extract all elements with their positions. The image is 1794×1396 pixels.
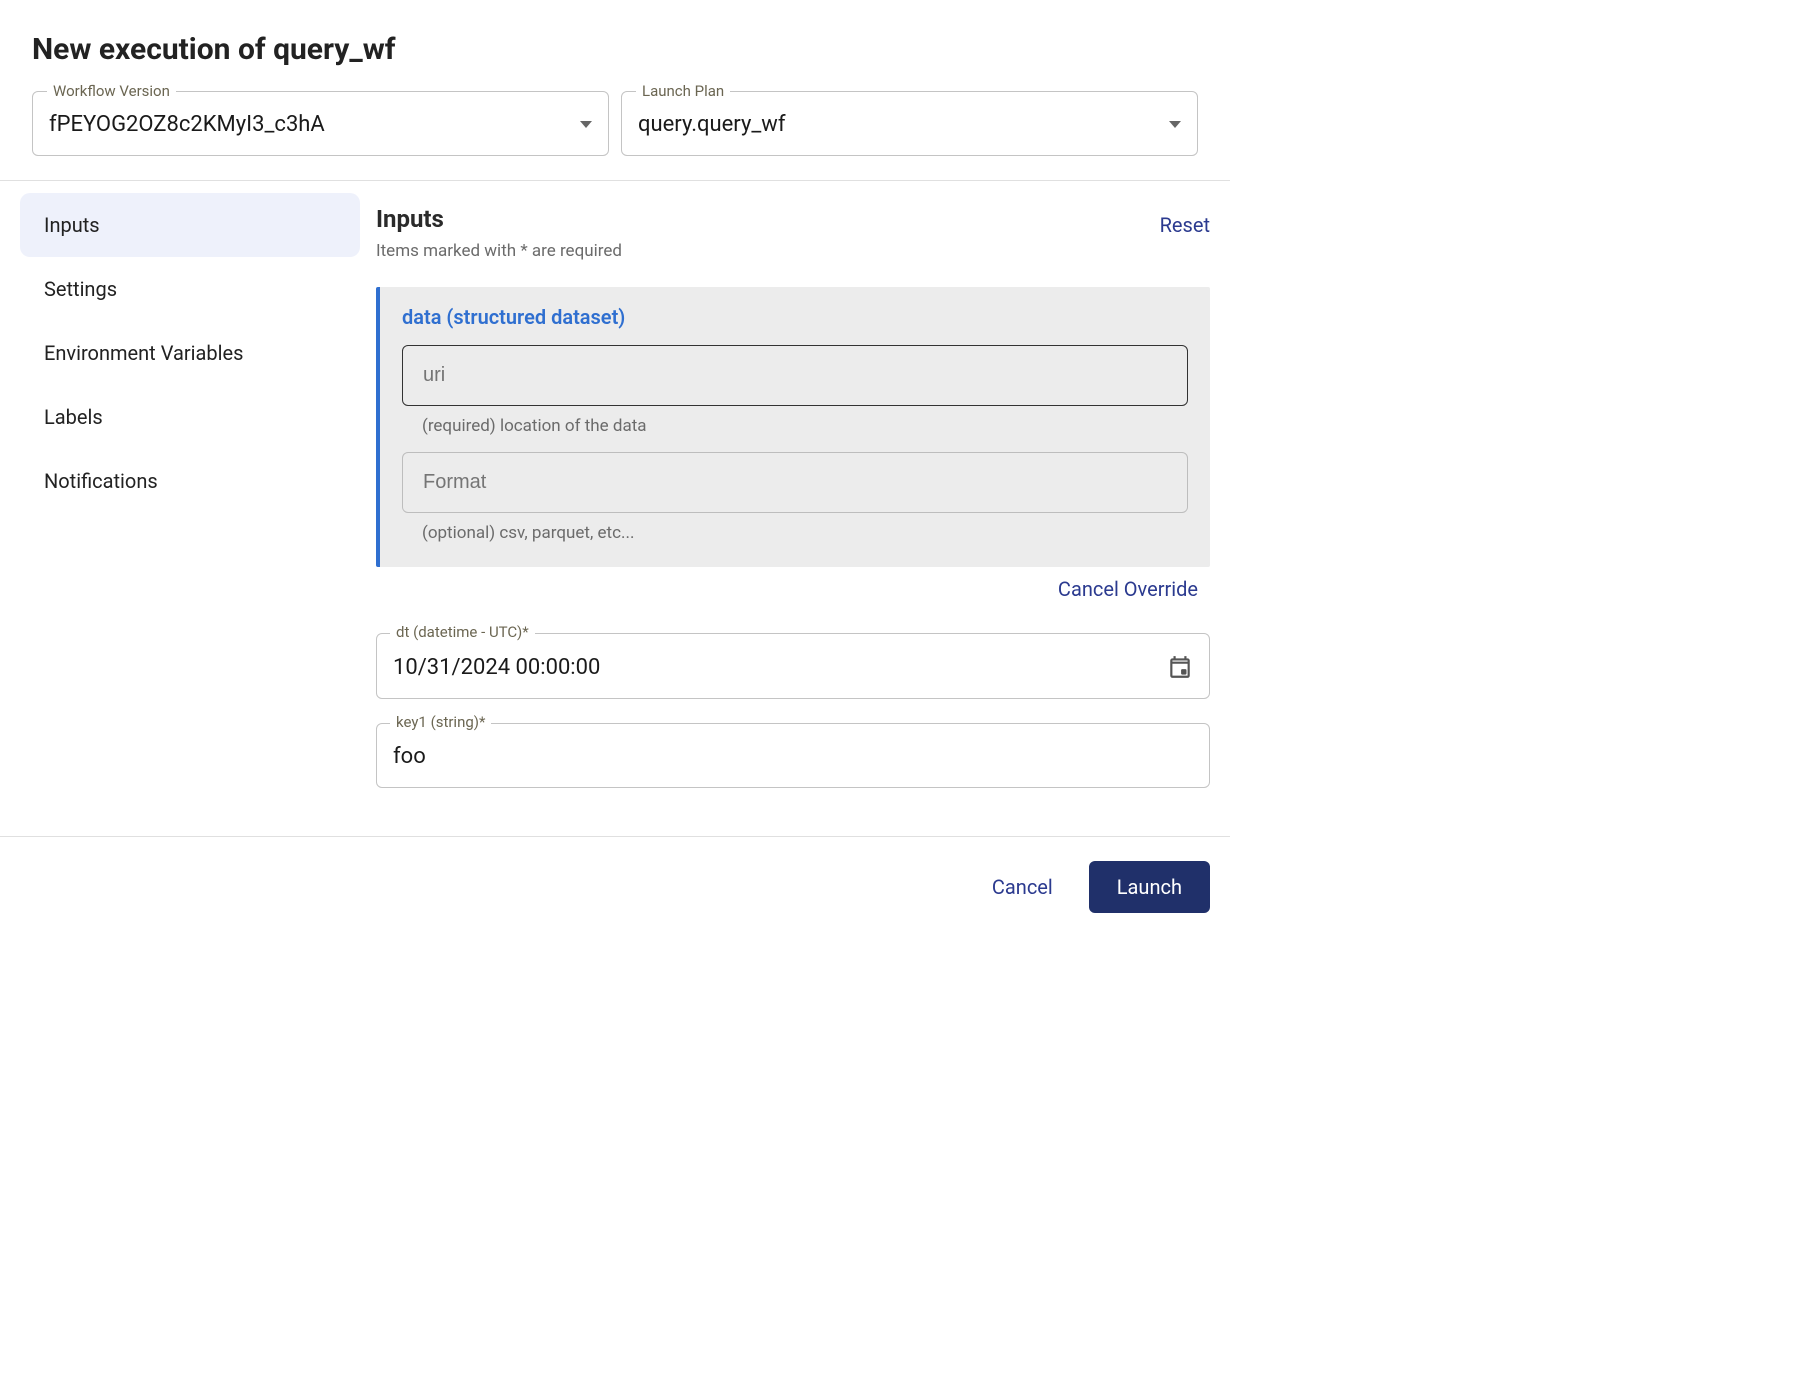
footer: Cancel Launch bbox=[0, 836, 1230, 937]
launch-plan-select[interactable]: Launch Plan query.query_wf bbox=[621, 91, 1198, 156]
format-input[interactable] bbox=[402, 452, 1188, 513]
dt-label: dt (datetime - UTC)* bbox=[390, 623, 535, 641]
launch-button[interactable]: Launch bbox=[1089, 861, 1210, 913]
inputs-heading: Inputs bbox=[376, 205, 622, 233]
key1-field-wrap: key1 (string)* bbox=[376, 723, 1210, 788]
cancel-button[interactable]: Cancel bbox=[972, 863, 1073, 911]
reset-button[interactable]: Reset bbox=[1160, 213, 1210, 237]
data-panel: data (structured dataset) (required) loc… bbox=[376, 287, 1210, 567]
uri-helper: (required) location of the data bbox=[422, 416, 1184, 436]
inputs-subtitle: Items marked with * are required bbox=[376, 241, 622, 261]
dt-field-wrap: dt (datetime - UTC)* 10/31/2024 00:00:00 bbox=[376, 633, 1210, 699]
uri-input[interactable] bbox=[402, 345, 1188, 406]
chevron-down-icon bbox=[1169, 121, 1181, 128]
sidebar-item-labels[interactable]: Labels bbox=[20, 385, 360, 449]
sidebar-item-notifications[interactable]: Notifications bbox=[20, 449, 360, 513]
workflow-version-select[interactable]: Workflow Version fPEYOG2OZ8c2KMyI3_c3hA bbox=[32, 91, 609, 156]
sidebar: Inputs Settings Environment Variables La… bbox=[20, 193, 360, 812]
calendar-icon[interactable] bbox=[1167, 654, 1193, 680]
launch-plan-value: query.query_wf bbox=[638, 112, 785, 137]
dt-input[interactable]: 10/31/2024 00:00:00 bbox=[376, 633, 1210, 699]
cancel-override-button[interactable]: Cancel Override bbox=[376, 577, 1210, 601]
workflow-version-value: fPEYOG2OZ8c2KMyI3_c3hA bbox=[49, 112, 325, 137]
main-content: Inputs Items marked with * are required … bbox=[376, 193, 1210, 812]
dt-value: 10/31/2024 00:00:00 bbox=[393, 655, 600, 680]
sidebar-item-settings[interactable]: Settings bbox=[20, 257, 360, 321]
launch-plan-label: Launch Plan bbox=[636, 82, 730, 100]
workflow-version-label: Workflow Version bbox=[47, 82, 176, 100]
key1-label: key1 (string)* bbox=[390, 713, 491, 731]
key1-input[interactable] bbox=[376, 723, 1210, 788]
page-title: New execution of query_wf bbox=[32, 32, 1198, 67]
format-helper: (optional) csv, parquet, etc... bbox=[422, 523, 1184, 543]
data-panel-title: data (structured dataset) bbox=[402, 305, 1188, 329]
chevron-down-icon bbox=[580, 121, 592, 128]
sidebar-item-environment-variables[interactable]: Environment Variables bbox=[20, 321, 360, 385]
sidebar-item-inputs[interactable]: Inputs bbox=[20, 193, 360, 257]
